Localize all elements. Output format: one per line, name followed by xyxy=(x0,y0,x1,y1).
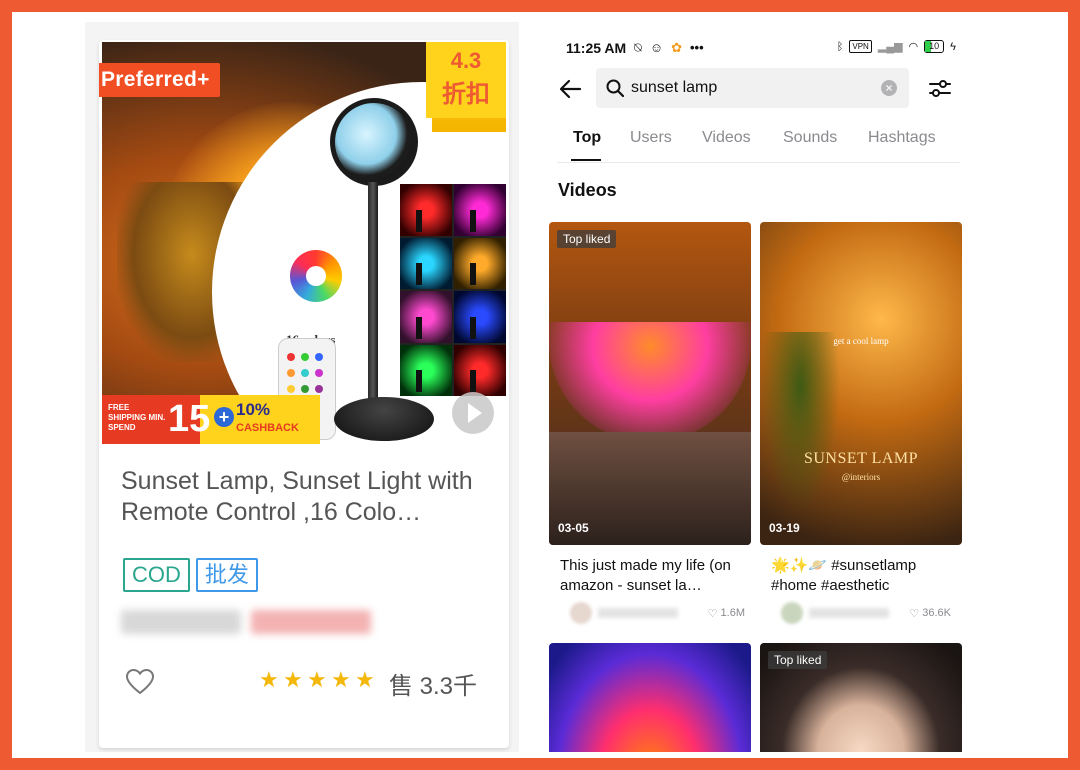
top-liked-badge: Top liked xyxy=(557,230,617,248)
product-tags: COD 批发 xyxy=(123,558,258,592)
cashback-value: 10% xyxy=(236,400,271,419)
video-overlay-handle: @interiors xyxy=(841,472,881,482)
color-wheel-icon xyxy=(290,250,342,302)
free-shipping-label: FREE SHIPPING MIN. SPEND xyxy=(108,403,166,432)
heart-outline-icon: ♡ xyxy=(707,607,718,620)
battery-icon: 10 xyxy=(924,40,945,53)
app-icon-orange: ✿ xyxy=(671,40,682,55)
product-image[interactable]: 16 colors xyxy=(102,42,506,444)
discount-badge: 4.3 折扣 xyxy=(426,42,506,118)
back-arrow-icon[interactable] xyxy=(558,78,582,100)
tab-hashtags[interactable]: Hashtags xyxy=(868,129,936,147)
status-time: 11:25 AM xyxy=(566,40,627,56)
like-count: ♡ 1.6M xyxy=(708,607,745,620)
bluetooth-icon: ᛒ xyxy=(836,40,844,53)
video-overlay-title: SUNSET LAMP xyxy=(803,450,919,467)
like-count: ♡ 36.6K xyxy=(909,607,951,620)
price-original-blurred xyxy=(251,610,371,634)
charging-icon: ϟ xyxy=(950,40,956,53)
like-count-value: 36.6K xyxy=(922,607,951,619)
heart-outline-icon: ♡ xyxy=(909,607,920,620)
video-thumbnail[interactable]: Top liked 03-05 xyxy=(549,222,751,545)
video-meta: ♡ 36.6K xyxy=(781,602,951,624)
lamp-pole xyxy=(368,182,378,412)
tab-users[interactable]: Users xyxy=(630,129,672,147)
filter-icon[interactable] xyxy=(928,78,952,100)
video-caption[interactable]: 🌟✨🪐 #sunsetlamp #home #aesthetic xyxy=(771,556,961,596)
signal-icon: ▂▄▆ xyxy=(877,41,903,53)
more-dots-icon: ••• xyxy=(690,40,704,55)
discount-text: 折扣 xyxy=(442,81,490,108)
star-icon: ★ xyxy=(283,667,303,692)
star-icon: ★ xyxy=(355,667,375,692)
color-variants-grid xyxy=(400,184,506,396)
video-date: 03-05 xyxy=(558,521,589,535)
mute-alarm-icon: ⍉ xyxy=(634,40,642,55)
videos-section-title: Videos xyxy=(558,180,617,200)
price-blurred xyxy=(121,610,371,634)
video-meta: ♡ 1.6M xyxy=(570,602,745,624)
wifi-icon: ◠ xyxy=(908,41,919,53)
avatar[interactable] xyxy=(781,602,803,624)
plus-icon: + xyxy=(214,407,234,427)
lamp-head xyxy=(330,98,418,186)
product-card[interactable]: 16 colors xyxy=(99,40,509,748)
product-title[interactable]: Sunset Lamp, Sunset Light with Remote Co… xyxy=(121,466,491,528)
star-icon: ★ xyxy=(259,667,279,692)
promo-amount: 15 xyxy=(168,398,211,440)
product-card-container: 16 colors xyxy=(85,22,519,752)
video-date: 03-19 xyxy=(769,521,800,535)
tab-videos[interactable]: Videos xyxy=(702,129,751,147)
search-header: sunset lamp × xyxy=(558,68,958,110)
tab-sounds[interactable]: Sounds xyxy=(783,129,837,147)
video-thumbnail[interactable]: Top liked xyxy=(760,643,962,752)
search-icon xyxy=(606,79,624,97)
star-icon: ★ xyxy=(331,667,351,692)
cashback-label: 10% CASHBACK xyxy=(236,401,299,437)
active-tab-indicator xyxy=(571,159,601,161)
lamp-base xyxy=(334,397,434,441)
video-thumbnail[interactable] xyxy=(549,643,751,752)
username-blurred[interactable] xyxy=(598,608,678,618)
like-count-value: 1.6M xyxy=(720,607,745,619)
status-icons-left: ⍉ ☺ ✿ ••• xyxy=(634,40,704,56)
video-overlay-text: get a cool lamp xyxy=(833,336,889,346)
heart-icon[interactable] xyxy=(125,668,155,696)
star-icon: ★ xyxy=(307,667,327,692)
price-current-blurred xyxy=(121,610,241,634)
tab-top[interactable]: Top xyxy=(573,129,601,147)
play-video-icon[interactable] xyxy=(452,392,494,434)
plant-silhouette xyxy=(760,332,840,512)
video-thumbnail[interactable]: get a cool lamp SUNSET LAMP @interiors 0… xyxy=(760,222,962,545)
avatar[interactable] xyxy=(570,602,592,624)
rating-stars: ★ ★ ★ ★ ★ xyxy=(259,669,377,691)
preferred-badge: Preferred+ xyxy=(99,63,220,97)
clear-search-icon[interactable]: × xyxy=(881,80,897,96)
sold-count: 售 3.3千 xyxy=(389,673,478,700)
search-tabs: Top Users Videos Sounds Hashtags xyxy=(557,126,960,163)
status-bar: 11:25 AM ⍉ ☺ ✿ ••• ᛒ VPN ▂▄▆ ◠ 10 ϟ xyxy=(566,40,956,60)
discount-rate: 4.3 xyxy=(450,48,482,73)
vpn-badge: VPN xyxy=(849,40,872,53)
cashback-text: CASHBACK xyxy=(236,422,299,434)
wholesale-tag: 批发 xyxy=(195,558,258,592)
search-input[interactable]: sunset lamp × xyxy=(596,68,909,108)
sunset-glow xyxy=(549,322,751,442)
app-icon: ☺ xyxy=(649,40,664,55)
video-caption[interactable]: This just made my life (on amazon - suns… xyxy=(560,556,750,596)
search-query: sunset lamp xyxy=(631,79,718,96)
top-liked-badge: Top liked xyxy=(768,651,828,669)
promo-banner: FREE SHIPPING MIN. SPEND 15 + 10% CASHBA… xyxy=(102,395,320,444)
status-icons-right: ᛒ VPN ▂▄▆ ◠ 10 ϟ xyxy=(837,40,956,53)
phone-screen: 11:25 AM ⍉ ☺ ✿ ••• ᛒ VPN ▂▄▆ ◠ 10 ϟ suns… xyxy=(540,22,970,752)
username-blurred[interactable] xyxy=(809,608,889,618)
cod-tag: COD xyxy=(123,558,190,592)
